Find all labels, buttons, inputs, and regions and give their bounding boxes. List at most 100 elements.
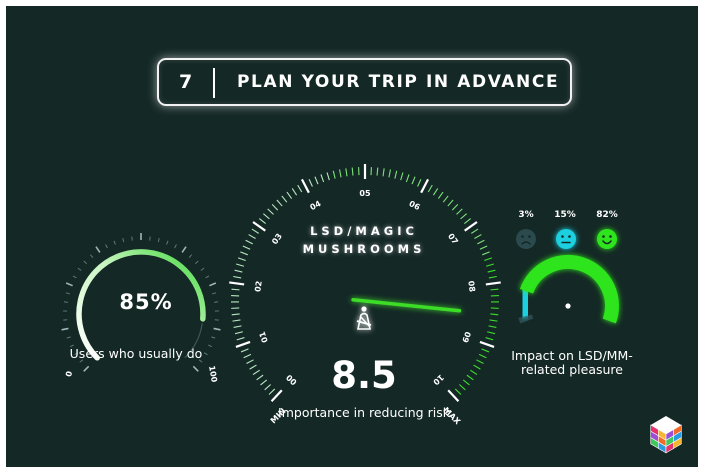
center-gauge-major-tick — [252, 221, 266, 232]
center-gauge-minor-tick — [276, 199, 283, 207]
center-gauge-minor-tick — [478, 353, 487, 359]
center-gauge-minor-tick — [405, 174, 410, 183]
center-gauge-minor-tick — [481, 348, 490, 353]
center-gauge-minor-tick — [256, 374, 264, 381]
center-gauge-minor-tick — [485, 263, 494, 267]
center-gauge-minor-tick — [345, 168, 348, 177]
center-gauge-minor-tick — [471, 228, 479, 234]
center-gauge-tick-label: 04 — [309, 199, 323, 212]
center-gauge-minor-tick — [460, 213, 467, 220]
center-gauge-minor-tick — [489, 319, 498, 322]
center-gauge-minor-tick — [490, 288, 499, 291]
center-gauge-minor-tick — [382, 168, 385, 177]
center-gauge-minor-tick — [231, 313, 240, 316]
center-gauge-minor-tick — [474, 234, 482, 240]
center-gauge-minor-tick — [437, 191, 444, 199]
center-gauge-major-tick — [420, 178, 430, 194]
center-gauge-minor-tick — [447, 199, 454, 207]
center-gauge-minor-tick — [487, 269, 496, 273]
center-gauge-minor-tick — [237, 257, 246, 261]
sad-face-icon — [516, 229, 536, 249]
center-gauge-title-line2: MUSHROOMS — [302, 242, 426, 256]
center-gauge-minor-tick — [267, 208, 274, 215]
center-gauge-minor-tick — [458, 384, 466, 391]
left-gauge-tick — [205, 275, 210, 279]
center-gauge-minor-tick — [246, 359, 254, 365]
center-gauge-minor-tick — [281, 195, 288, 203]
center-gauge-minor-tick — [248, 234, 256, 240]
left-gauge-tick — [65, 292, 70, 295]
center-gauge-tick-label: 09 — [460, 330, 472, 344]
center-gauge-minor-tick — [236, 337, 245, 341]
center-gauge-minor-tick — [320, 174, 325, 183]
segment-pct-sad: 3% — [518, 210, 534, 220]
left-gauge-tick — [89, 254, 94, 259]
seatbelt-icon — [356, 306, 372, 330]
center-gauge-minor-tick — [411, 176, 416, 185]
center-gauge-minor-tick — [234, 331, 243, 335]
segment-pct-happy: 82% — [596, 210, 618, 220]
happy-face-icon — [597, 229, 617, 249]
right-gauge-segment — [519, 254, 619, 324]
left-gauge-tick — [214, 301, 219, 303]
center-gauge-minor-tick — [351, 167, 354, 176]
center-gauge-minor-tick — [314, 176, 319, 185]
center-gauge-value: 8.5 — [331, 354, 397, 397]
center-gauge-minor-tick — [286, 191, 293, 199]
center-gauge-minor-tick — [338, 169, 342, 178]
segment-pct-neutral: 15% — [554, 210, 576, 220]
center-gauge-minor-tick — [232, 319, 241, 322]
center-gauge-minor-tick — [470, 369, 478, 376]
center-gauge-minor-tick — [251, 228, 259, 234]
center-gauge-minor-tick — [477, 239, 485, 245]
center-gauge-minor-tick — [451, 203, 459, 211]
center-gauge-major-tick — [229, 281, 245, 286]
left-gauge-tick — [200, 267, 205, 271]
center-gauge-tick-label: 02 — [253, 280, 263, 292]
center-gauge-minor-tick — [258, 218, 266, 224]
center-gauge-minor-tick — [400, 172, 404, 181]
left-gauge-tick — [211, 336, 216, 339]
left-gauge-tick — [113, 240, 116, 245]
left-gauge-tick — [174, 244, 177, 249]
center-gauge-title-line1: LSD/MAGIC — [310, 224, 418, 238]
left-gauge-value: 85% — [119, 290, 173, 314]
cube-logo-icon — [650, 416, 682, 454]
left-gauge-tick — [122, 238, 125, 243]
left-gauge-tick — [209, 282, 217, 287]
right-gauge-hub — [565, 303, 571, 309]
center-gauge-minor-tick — [442, 195, 449, 203]
center-gauge-minor-tick — [456, 208, 463, 215]
center-gauge-major-tick — [235, 340, 251, 348]
center-gauge-minor-tick — [464, 218, 472, 224]
center-gauge-minor-tick — [260, 379, 268, 386]
center-gauge-minor-tick — [291, 188, 298, 196]
center-gauge-minor-tick — [240, 348, 249, 353]
infographic-panel: 7 PLAN YOUR TRIP IN ADVANCE 0 100 00 01 02 0… — [6, 6, 698, 467]
center-gauge-minor-tick — [252, 369, 260, 376]
center-gauge-minor-tick — [264, 384, 272, 391]
center-gauge-minor-tick — [388, 169, 392, 178]
center-gauge-minor-tick — [473, 364, 481, 370]
center-gauge-minor-tick — [308, 178, 313, 187]
center-gauge-minor-tick — [394, 170, 398, 179]
center-gauge-needle — [351, 298, 462, 313]
left-gauge-tick — [105, 244, 108, 249]
center-gauge-caption: Importance in reducing risk — [278, 405, 450, 420]
center-gauge-tick-label: 10 — [431, 373, 446, 387]
center-gauge-minor-tick — [476, 359, 484, 365]
center-gauge-minor-tick — [432, 188, 439, 196]
left-gauge-min-label: 0 — [64, 370, 74, 377]
center-gauge-minor-tick — [490, 313, 499, 316]
center-gauge-minor-tick — [487, 331, 496, 335]
center-gauge-minor-tick — [485, 337, 494, 341]
center-gauge-minor-tick — [233, 275, 242, 279]
left-gauge-max-label: 100 — [207, 365, 219, 383]
center-gauge-major-tick — [464, 221, 478, 232]
center-gauge-minor-tick — [236, 263, 245, 267]
center-gauge-minor-tick — [249, 364, 257, 370]
center-gauge-minor-tick — [268, 388, 276, 395]
center-gauge-minor-tick — [245, 239, 253, 245]
center-gauge-minor-tick — [488, 325, 497, 328]
center-gauge-major-tick — [479, 340, 495, 348]
